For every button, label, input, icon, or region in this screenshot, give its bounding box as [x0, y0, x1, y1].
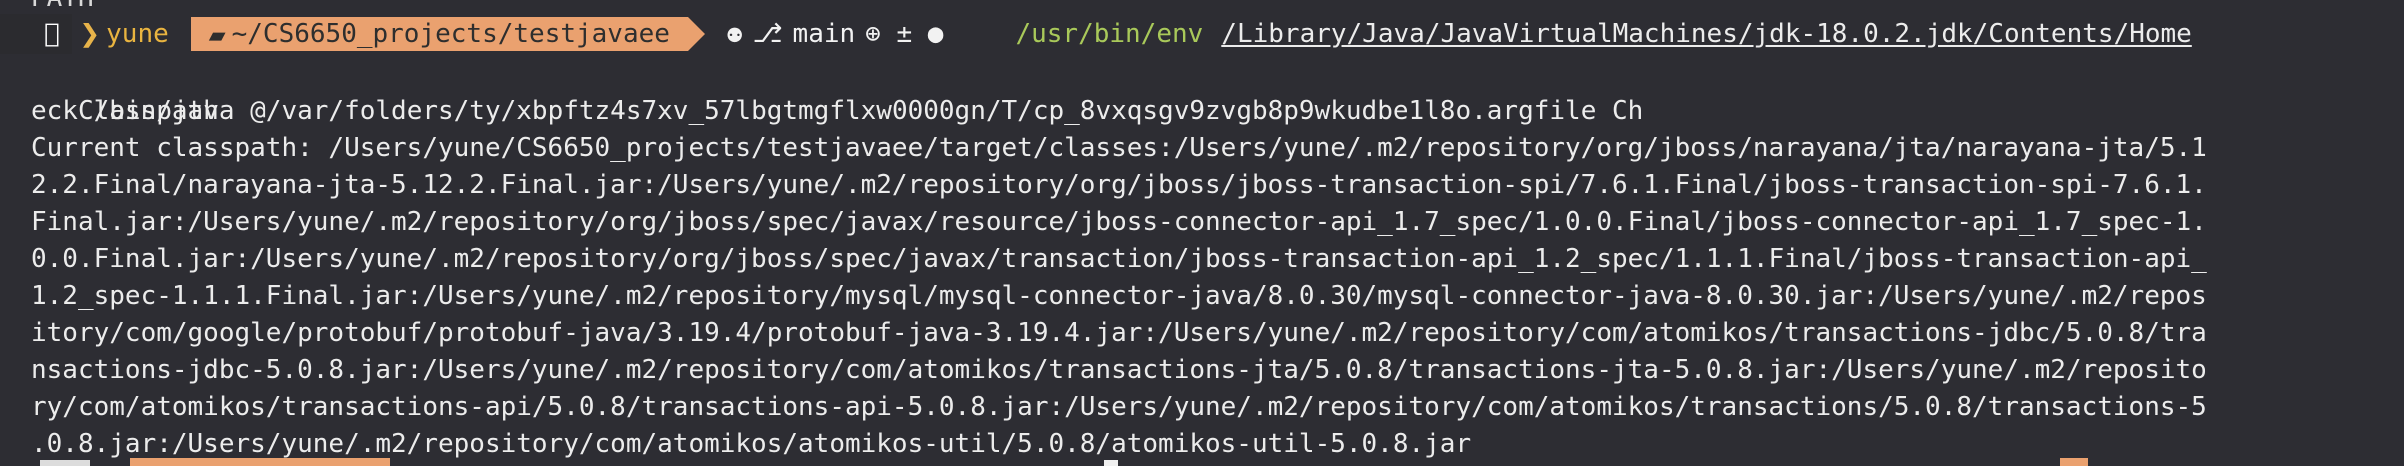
git-status-indicators: ⊕ ± ●	[865, 18, 944, 49]
segment-separator	[687, 17, 705, 51]
text-cursor	[1104, 460, 1118, 466]
output-line: itory/com/google/protobuf/protobuf-java/…	[31, 318, 2207, 348]
output-line: Current classpath: /Users/yune/CS6650_pr…	[31, 133, 2207, 163]
output-line: 2.2.Final/narayana-jta-5.12.2.Final.jar:…	[31, 170, 2207, 200]
output-line: eckClasspath	[31, 96, 219, 126]
next-prompt-directory-segment	[130, 458, 390, 466]
command-env: /usr/bin/env	[1015, 18, 1204, 49]
git-branch-name: main	[792, 18, 856, 49]
folder-icon: ▰	[208, 17, 226, 51]
git-segment: ⚉ ⎇ main ⊕ ± ●	[727, 14, 1016, 54]
terminal-window[interactable]: PATH  ❯ yune ▰ ~/CS6650_projects/testja…	[0, 0, 2404, 466]
directory-segment: ▰ ~/CS6650_projects/testjavaee	[190, 17, 688, 51]
output-line: ry/com/atomikos/transactions-api/5.0.8/t…	[31, 392, 2207, 422]
output-line: 1.2_spec-1.1.1.Final.jar:/Users/yune/.m2…	[31, 281, 2207, 311]
output-line: nsactions-jdbc-5.0.8.jar:/Users/yune/.m2…	[31, 355, 2207, 385]
prompt-directory: ~/CS6650_projects/testjavaee	[231, 18, 670, 49]
next-prompt-os-segment	[40, 460, 90, 466]
command-args: /bin/java @/var/folders/ty/xbpftz4s7xv_5…	[93, 96, 1644, 126]
git-branch-icon: ⎇	[752, 18, 783, 49]
command-segment: /usr/bin/env /Library/Java/JavaVirtualMa…	[1015, 14, 2191, 54]
user-segment: ❯ yune	[72, 14, 191, 54]
next-prompt-right-segment	[2060, 458, 2088, 466]
command-java-path[interactable]: /Library/Java/JavaVirtualMachines/jdk-18…	[1221, 16, 2192, 53]
output-line: Final.jar:/Users/yune/.m2/repository/org…	[31, 207, 2207, 237]
github-cat-icon: ⚉	[726, 18, 743, 49]
os-segment: 	[0, 14, 72, 54]
apple-icon: 	[44, 18, 60, 49]
shell-prompt:  ❯ yune ▰ ~/CS6650_projects/testjavaee …	[0, 14, 2192, 54]
output-line: 0.0.Final.jar:/Users/yune/.m2/repository…	[31, 244, 2207, 274]
command-line-continued: /bin/java @/var/folders/ty/xbpftz4s7xv_5…	[31, 56, 1644, 126]
chevron-right-icon: ❯	[79, 13, 101, 54]
prompt-user: yune	[106, 18, 169, 49]
